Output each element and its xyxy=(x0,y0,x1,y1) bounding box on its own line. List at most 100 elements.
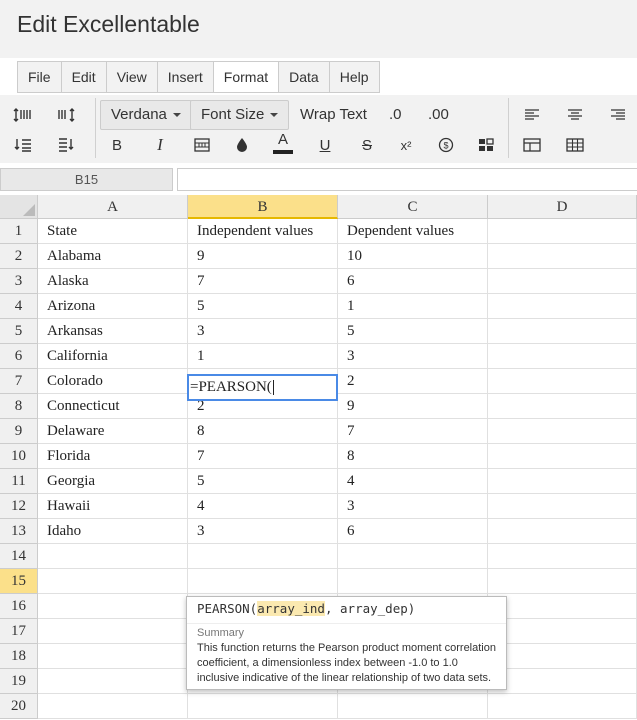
cell-d7[interactable] xyxy=(488,369,637,394)
conditional-format-icon[interactable] xyxy=(473,133,499,157)
column-width-icon[interactable] xyxy=(53,103,79,127)
cell-c14[interactable] xyxy=(338,544,488,569)
row-header-12[interactable]: 12 xyxy=(0,494,38,519)
row-header-19[interactable]: 19 xyxy=(0,669,38,694)
menu-file[interactable]: File xyxy=(18,62,62,92)
cell-b13[interactable]: 3 xyxy=(188,519,338,544)
row-header-8[interactable]: 8 xyxy=(0,394,38,419)
fill-color-icon[interactable] xyxy=(229,133,255,157)
cell-d1[interactable] xyxy=(488,219,637,244)
cell-c3[interactable]: 6 xyxy=(338,269,488,294)
cell-c20[interactable] xyxy=(338,694,488,719)
row-header-20[interactable]: 20 xyxy=(0,694,38,719)
menu-edit[interactable]: Edit xyxy=(62,62,107,92)
cell-a16[interactable] xyxy=(38,594,188,619)
cell-b3[interactable]: 7 xyxy=(188,269,338,294)
name-box[interactable]: B15 xyxy=(0,168,173,191)
cell-c9[interactable]: 7 xyxy=(338,419,488,444)
wrap-text-button[interactable]: Wrap Text xyxy=(300,103,367,127)
row-header-7[interactable]: 7 xyxy=(0,369,38,394)
cell-c1[interactable]: Dependent values xyxy=(338,219,488,244)
text-color-button[interactable]: A xyxy=(270,131,296,155)
cell-a15[interactable] xyxy=(38,569,188,594)
cell-b12[interactable]: 4 xyxy=(188,494,338,519)
cell-a13[interactable]: Idaho xyxy=(38,519,188,544)
cell-b10[interactable]: 7 xyxy=(188,444,338,469)
strikethrough-button[interactable]: S xyxy=(354,133,380,157)
cell-a9[interactable]: Delaware xyxy=(38,419,188,444)
cell-d18[interactable] xyxy=(488,644,637,669)
menu-view[interactable]: View xyxy=(107,62,158,92)
increase-decimal-button[interactable]: .00 xyxy=(428,103,449,127)
increase-row-height-icon[interactable] xyxy=(10,103,36,127)
row-header-2[interactable]: 2 xyxy=(0,244,38,269)
font-size-dropdown[interactable]: Font Size xyxy=(190,100,290,130)
cell-a10[interactable]: Florida xyxy=(38,444,188,469)
cell-a8[interactable]: Connecticut xyxy=(38,394,188,419)
row-header-5[interactable]: 5 xyxy=(0,319,38,344)
cell-b6[interactable]: 1 xyxy=(188,344,338,369)
cell-d12[interactable] xyxy=(488,494,637,519)
decrease-indent-icon[interactable] xyxy=(10,133,36,157)
cell-b20[interactable] xyxy=(188,694,338,719)
cell-a18[interactable] xyxy=(38,644,188,669)
cell-c10[interactable]: 8 xyxy=(338,444,488,469)
column-header-b[interactable]: B xyxy=(188,195,338,219)
row-header-16[interactable]: 16 xyxy=(0,594,38,619)
cell-d20[interactable] xyxy=(488,694,637,719)
row-header-10[interactable]: 10 xyxy=(0,444,38,469)
cell-d16[interactable] xyxy=(488,594,637,619)
row-header-13[interactable]: 13 xyxy=(0,519,38,544)
cell-a19[interactable] xyxy=(38,669,188,694)
cell-d2[interactable] xyxy=(488,244,637,269)
currency-icon[interactable]: $ xyxy=(433,133,459,157)
italic-button[interactable]: I xyxy=(147,133,173,157)
formula-input[interactable] xyxy=(177,168,637,191)
font-family-dropdown[interactable]: Verdana xyxy=(100,100,192,130)
cell-b9[interactable]: 8 xyxy=(188,419,338,444)
cell-d15[interactable] xyxy=(488,569,637,594)
cell-d4[interactable] xyxy=(488,294,637,319)
menu-help[interactable]: Help xyxy=(330,62,379,92)
menu-insert[interactable]: Insert xyxy=(158,62,214,92)
align-left-icon[interactable] xyxy=(519,103,545,127)
row-header-15[interactable]: 15 xyxy=(0,569,38,594)
cell-b4[interactable]: 5 xyxy=(188,294,338,319)
cell-d9[interactable] xyxy=(488,419,637,444)
cell-a14[interactable] xyxy=(38,544,188,569)
bold-button[interactable]: B xyxy=(104,133,130,157)
cell-a20[interactable] xyxy=(38,694,188,719)
cell-d8[interactable] xyxy=(488,394,637,419)
menu-format[interactable]: Format xyxy=(213,62,280,92)
cell-a5[interactable]: Arkansas xyxy=(38,319,188,344)
cell-b14[interactable] xyxy=(188,544,338,569)
cell-d13[interactable] xyxy=(488,519,637,544)
cell-a6[interactable]: California xyxy=(38,344,188,369)
cell-c8[interactable]: 9 xyxy=(338,394,488,419)
table-icon[interactable] xyxy=(519,133,545,157)
superscript-button[interactable]: x² xyxy=(393,133,419,157)
row-header-11[interactable]: 11 xyxy=(0,469,38,494)
cell-a1[interactable]: State xyxy=(38,219,188,244)
cell-d17[interactable] xyxy=(488,619,637,644)
cell-a3[interactable]: Alaska xyxy=(38,269,188,294)
row-header-3[interactable]: 3 xyxy=(0,269,38,294)
cell-a2[interactable]: Alabama xyxy=(38,244,188,269)
cell-a7[interactable]: Colorado xyxy=(38,369,188,394)
cell-b5[interactable]: 3 xyxy=(188,319,338,344)
cell-d10[interactable] xyxy=(488,444,637,469)
row-header-17[interactable]: 17 xyxy=(0,619,38,644)
row-header-6[interactable]: 6 xyxy=(0,344,38,369)
cell-b11[interactable]: 5 xyxy=(188,469,338,494)
cell-d14[interactable] xyxy=(488,544,637,569)
increase-indent-icon[interactable] xyxy=(53,133,79,157)
column-header-a[interactable]: A xyxy=(38,195,188,219)
cell-a12[interactable]: Hawaii xyxy=(38,494,188,519)
cell-d19[interactable] xyxy=(488,669,637,694)
cell-b15[interactable] xyxy=(188,569,338,594)
cell-b2[interactable]: 9 xyxy=(188,244,338,269)
cell-c5[interactable]: 5 xyxy=(338,319,488,344)
row-header-14[interactable]: 14 xyxy=(0,544,38,569)
cell-a11[interactable]: Georgia xyxy=(38,469,188,494)
cell-c11[interactable]: 4 xyxy=(338,469,488,494)
